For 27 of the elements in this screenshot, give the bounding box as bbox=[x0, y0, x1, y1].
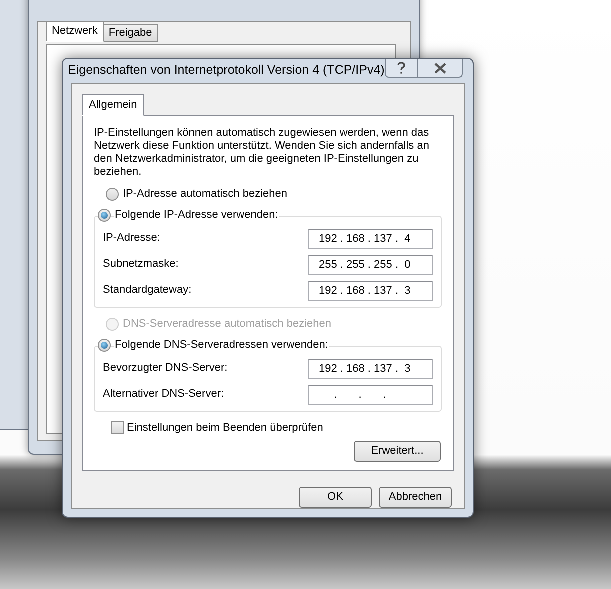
checkbox-label: Einstellungen beim Beenden überprüfen bbox=[127, 420, 324, 436]
ip-address-field[interactable]: . . . bbox=[308, 384, 433, 404]
field-label: Standardgateway: bbox=[103, 283, 192, 298]
radio-button[interactable] bbox=[98, 209, 111, 222]
ip-address-field[interactable]: 192 . 168 . 137 . 3 bbox=[308, 280, 433, 300]
ip-address-field[interactable]: 255 . 255 . 255 . 0 bbox=[308, 254, 433, 274]
help-button[interactable] bbox=[385, 59, 418, 78]
tab[interactable]: Netzwerk bbox=[46, 21, 104, 42]
description-text: IP-Einstellungen können automatisch zugewiesen werden, wenn das Netzwerk diese Funktion unterstützt. Wenden Sie sich andernfalls an den Netzwerkadministrator, um die geeigneten IP-Einstellungen zu beziehen. bbox=[94, 126, 430, 178]
field-label: Bevorzugter DNS-Server: bbox=[103, 361, 228, 376]
ip-address-field[interactable]: 192 . 168 . 137 . 3 bbox=[308, 358, 433, 378]
window-title: Eigenschaften von Internetprotokoll Version 4 (TCP/IPv4) bbox=[68, 62, 385, 80]
radio-button[interactable] bbox=[98, 339, 111, 352]
field-label: Alternativer DNS-Server: bbox=[103, 387, 224, 402]
field-label: IP-Adresse: bbox=[103, 231, 160, 246]
tab[interactable]: Freigabe bbox=[104, 24, 158, 42]
field-label: Subnetzmaske: bbox=[103, 257, 179, 272]
question-mark-icon bbox=[397, 62, 406, 74]
tab[interactable]: Allgemein bbox=[82, 94, 144, 116]
dialog-button[interactable]: OK bbox=[299, 487, 372, 508]
radio-button[interactable] bbox=[106, 188, 119, 201]
close-icon bbox=[434, 62, 446, 74]
advanced-button[interactable]: Erweitert... bbox=[354, 441, 441, 462]
close-button[interactable] bbox=[418, 59, 463, 78]
checkbox[interactable] bbox=[111, 421, 124, 434]
dialog-button[interactable]: Abbrechen bbox=[379, 487, 452, 508]
ip-address-field[interactable]: 192 . 168 . 137 . 4 bbox=[308, 228, 433, 248]
